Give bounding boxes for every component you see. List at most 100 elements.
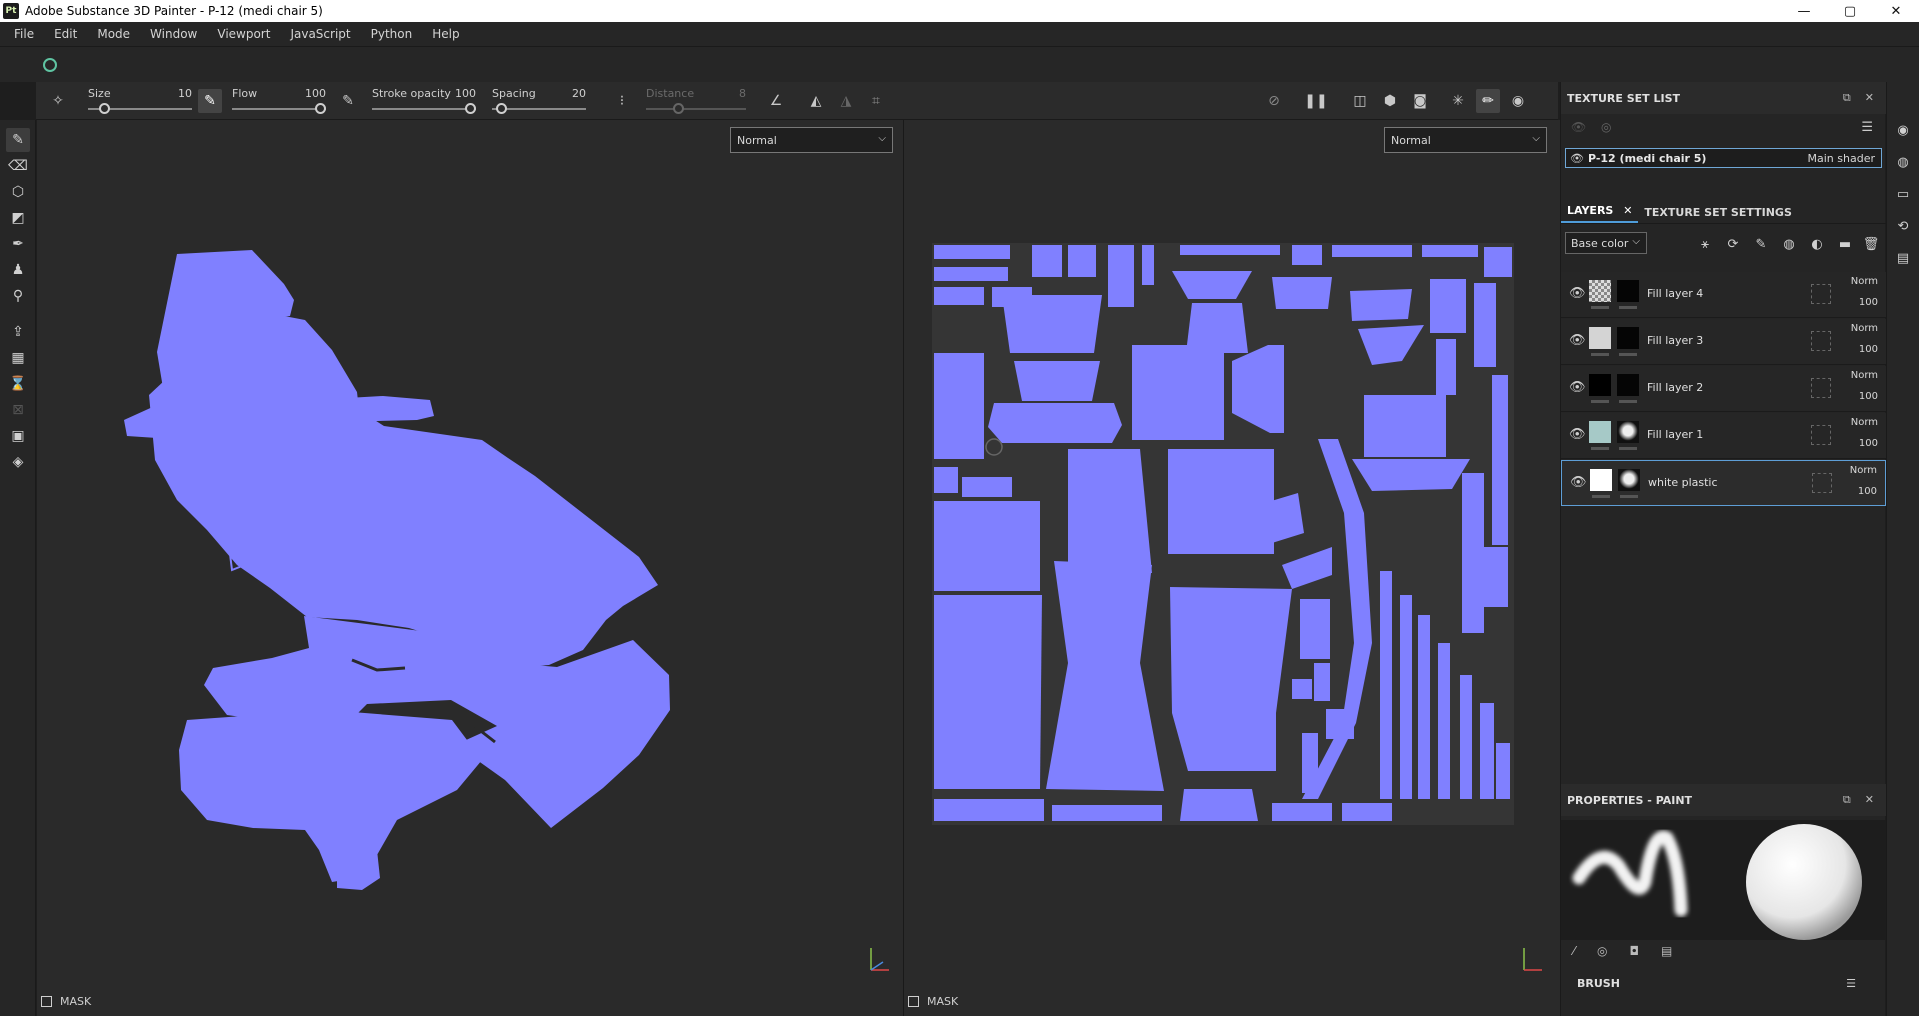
show-all-icon[interactable]: ◎ xyxy=(1601,120,1611,134)
channel-select[interactable]: Base color ⌵ xyxy=(1565,232,1647,254)
add-paint-layer-icon[interactable]: ✎ xyxy=(1751,234,1771,254)
flow-knob[interactable] xyxy=(315,103,326,114)
layer-extra-slot[interactable] xyxy=(1811,284,1831,304)
split-view-icon[interactable]: ◫ xyxy=(1348,89,1372,113)
eye-icon[interactable]: 👁 xyxy=(1569,286,1586,301)
display-settings-icon[interactable]: ▣ xyxy=(6,424,30,448)
size-knob[interactable] xyxy=(99,103,111,114)
eye-icon[interactable]: 👁 xyxy=(1569,380,1586,395)
layer-extra-slot[interactable] xyxy=(1811,378,1831,398)
layer-mask-thumbnail[interactable] xyxy=(1617,374,1639,396)
paint-brush-tool-icon[interactable]: ✎ xyxy=(6,128,30,152)
brush-menu-icon[interactable]: ☰ xyxy=(1846,977,1856,990)
float-panel-icon[interactable]: ⧉ xyxy=(1843,91,1851,105)
eye-icon[interactable]: 👁 xyxy=(1570,152,1584,165)
close-window-button[interactable]: ✕ xyxy=(1873,0,1919,22)
layer-mask-thumbnail[interactable] xyxy=(1618,469,1640,491)
add-mask-icon[interactable]: ◐ xyxy=(1807,234,1827,254)
camera-icon[interactable]: ◙ xyxy=(1408,89,1432,113)
mask-checkbox[interactable] xyxy=(41,996,52,1007)
texture-set-menu-icon[interactable]: ☰ xyxy=(1861,120,1873,135)
eye-icon[interactable]: 👁 xyxy=(1569,333,1586,348)
size-slider[interactable]: Size 10 xyxy=(88,82,192,120)
layer-row[interactable]: 👁 Fill layer 2 Norm 100 xyxy=(1561,366,1886,412)
layer-row[interactable]: 👁 Fill layer 1 Norm 100 xyxy=(1561,413,1886,459)
clone-tool-icon[interactable]: ♟ xyxy=(6,258,30,282)
mirror-off-icon[interactable]: ◮ xyxy=(834,89,858,113)
cube-view-icon[interactable]: ⬢ xyxy=(1378,89,1402,113)
shelf-panel-icon[interactable]: ◉ xyxy=(1893,120,1913,140)
symmetry-brush-icon[interactable]: ✧ xyxy=(46,89,70,113)
spacing-knob[interactable] xyxy=(496,103,508,114)
magic-wand-icon[interactable]: ⚹ xyxy=(1695,234,1715,254)
layer-row[interactable]: 👁 Fill layer 4 Norm 100 xyxy=(1561,272,1886,318)
texture-set-item[interactable]: 👁 P-12 (medi chair 5) Main shader xyxy=(1565,148,1882,168)
viewport-2d[interactable]: Normal ⌵ MASK xyxy=(904,120,1560,1016)
menu-python[interactable]: Python xyxy=(361,27,423,41)
material-tab-icon[interactable]: ◎ xyxy=(1597,944,1607,958)
layer-extra-slot[interactable] xyxy=(1812,473,1832,493)
layer-blend-mode[interactable]: Norm xyxy=(1851,417,1878,428)
layer-opacity[interactable]: 100 xyxy=(1859,344,1878,355)
pen-pressure-icon[interactable]: ✎ xyxy=(198,89,222,113)
stencil-tab-icon[interactable]: ◘ xyxy=(1630,944,1640,958)
menu-help[interactable]: Help xyxy=(422,27,469,41)
eye-icon[interactable]: 👁 xyxy=(1570,475,1587,490)
brush-section-header[interactable]: BRUSH ☰ xyxy=(1561,968,1886,998)
assets-icon[interactable]: ▭ xyxy=(1893,184,1913,204)
layer-opacity[interactable]: 100 xyxy=(1859,391,1878,402)
gradient-tab-icon[interactable]: ▤ xyxy=(1661,944,1672,958)
viewport-2d-mode-select[interactable]: Normal ⌵ xyxy=(1384,127,1547,153)
history-icon[interactable]: ⟲ xyxy=(1893,216,1913,236)
bake-icon[interactable]: ▦ xyxy=(6,346,30,370)
polygon-fill-tool-icon[interactable]: ◩ xyxy=(6,206,30,230)
mask-toggle-2d[interactable]: MASK xyxy=(908,995,958,1008)
tweak-icon[interactable]: ✳ xyxy=(1446,89,1470,113)
hide-all-icon[interactable]: 👁 xyxy=(1571,120,1586,134)
color-picker-icon[interactable]: ⚲ xyxy=(6,284,30,308)
layer-mask-thumbnail[interactable] xyxy=(1617,421,1639,443)
add-folder-icon[interactable]: ▬ xyxy=(1835,234,1855,254)
brush-tab-icon[interactable]: ⁄ xyxy=(1573,944,1575,958)
viewport-3d[interactable]: Normal ⌵ MASK xyxy=(37,120,903,1016)
close-panel-icon[interactable]: ✕ xyxy=(1865,91,1874,105)
texture-set-shader[interactable]: Main shader xyxy=(1808,152,1875,165)
menu-file[interactable]: File xyxy=(4,27,44,41)
flow-pressure-icon[interactable]: ✎ xyxy=(336,89,360,113)
layer-opacity[interactable]: 100 xyxy=(1858,486,1877,497)
menu-mode[interactable]: Mode xyxy=(87,27,140,41)
line-mode-icon[interactable]: ∠ xyxy=(764,89,788,113)
add-fill-layer-icon[interactable]: ◍ xyxy=(1779,234,1799,254)
stroke-opacity-knob[interactable] xyxy=(465,103,476,114)
eraser-tool-icon[interactable]: ⌫ xyxy=(6,154,30,178)
environment-icon[interactable]: ◍ xyxy=(1893,152,1913,172)
projection-tool-icon[interactable]: ⬡ xyxy=(6,180,30,204)
close-panel-icon[interactable]: ✕ xyxy=(1865,793,1874,807)
mirror-icon[interactable]: ◭ xyxy=(804,89,828,113)
stroke-opacity-slider[interactable]: Stroke opacity 100 xyxy=(372,82,476,120)
delete-layer-icon[interactable]: 🗑 xyxy=(1861,234,1881,254)
smudge-tool-icon[interactable]: ✒ xyxy=(6,232,30,256)
layer-blend-mode[interactable]: Norm xyxy=(1851,323,1878,334)
spacing-slider[interactable]: Spacing 20 xyxy=(492,82,586,120)
hide-icon[interactable]: ⊘ xyxy=(1262,89,1286,113)
mask-toggle-3d[interactable]: MASK xyxy=(41,995,91,1008)
layer-opacity[interactable]: 100 xyxy=(1859,297,1878,308)
layer-blend-mode[interactable]: Norm xyxy=(1851,276,1878,287)
crop-icon[interactable]: ⌗ xyxy=(864,89,888,113)
minimize-button[interactable]: — xyxy=(1781,0,1827,22)
tab-texture-set-settings[interactable]: TEXTURE SET SETTINGS xyxy=(1638,206,1797,223)
layer-row[interactable]: 👁 Fill layer 3 Norm 100 xyxy=(1561,319,1886,365)
mask-checkbox[interactable] xyxy=(908,996,919,1007)
disabled-tool-icon[interactable]: ⊠ xyxy=(6,398,30,422)
flow-slider[interactable]: Flow 100 xyxy=(232,82,326,120)
layer-opacity[interactable]: 100 xyxy=(1859,438,1878,449)
hourglass-icon[interactable]: ⌛ xyxy=(6,372,30,396)
layer-extra-slot[interactable] xyxy=(1811,425,1831,445)
maximize-button[interactable]: ▢ xyxy=(1827,0,1873,22)
chair-3d-model[interactable] xyxy=(37,120,903,1016)
menu-edit[interactable]: Edit xyxy=(44,27,87,41)
menu-window[interactable]: Window xyxy=(140,27,207,41)
layer-row-selected[interactable]: 👁 white plastic Norm 100 xyxy=(1561,460,1886,506)
layer-mask-thumbnail[interactable] xyxy=(1617,280,1639,302)
